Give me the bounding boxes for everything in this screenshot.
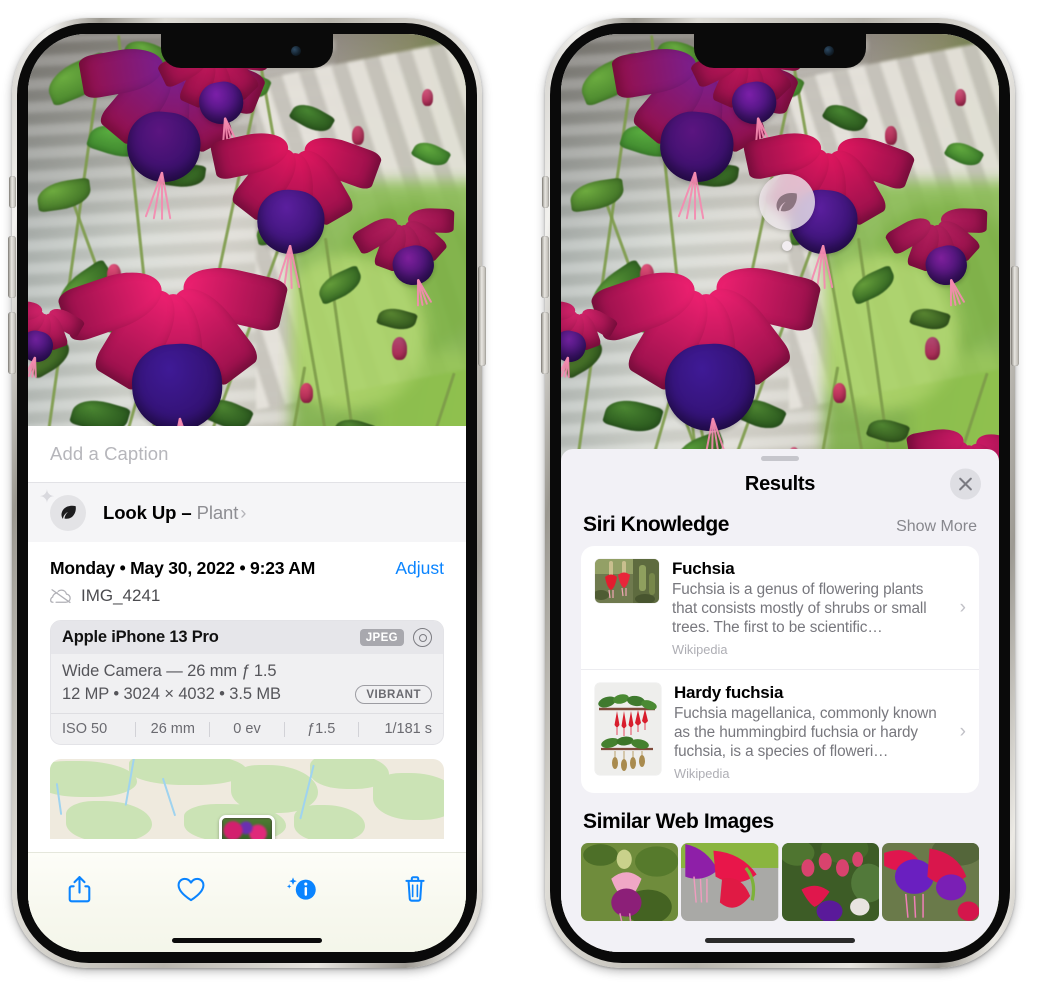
subject-anchor-dot <box>781 241 792 251</box>
knowledge-source: Wikipedia <box>674 766 730 781</box>
chevron-right-icon: › <box>959 596 966 618</box>
photo-filename: IMG_4241 <box>81 586 161 605</box>
knowledge-source: Wikipedia <box>672 642 728 657</box>
photo-toolbar <box>28 852 466 952</box>
photo-date: Monday • May 30, 2022 • 9:23 AM <box>50 558 316 578</box>
web-image-thumb[interactable] <box>781 843 879 921</box>
front-camera-icon <box>824 46 834 56</box>
power-button[interactable] <box>478 266 486 366</box>
dimensions-info: 12 MP • 3024 × 4032 • 3.5 MB <box>62 685 281 703</box>
front-camera-icon <box>291 46 301 56</box>
look-up-label: Look Up – Plant › <box>103 501 247 523</box>
volume-down-button[interactable] <box>8 312 16 374</box>
exif-stat: 1/181 s <box>384 721 433 737</box>
camera-model: Apple iPhone 13 Pro <box>62 628 219 646</box>
results-sheet: Results Siri Knowledge Show More Fuchsia… <box>561 449 999 952</box>
list-item[interactable]: Fuchsia Fuchsia is a genus of flowering … <box>581 546 979 669</box>
exif-card: Apple iPhone 13 Pro JPEG Wide Camera — 2… <box>50 620 444 745</box>
siri-knowledge-header: Siri Knowledge Show More <box>561 507 999 546</box>
chevron-right-icon: › <box>959 720 966 742</box>
delete-button[interactable] <box>394 869 436 909</box>
exif-stat: ƒ1.5 <box>307 721 336 737</box>
adjust-button[interactable]: Adjust <box>395 558 444 579</box>
map-photo-pin[interactable] <box>219 815 275 839</box>
knowledge-title: Hardy fuchsia <box>674 683 784 702</box>
similar-web-images-header: Similar Web Images <box>561 793 999 843</box>
web-image-thumb[interactable] <box>881 843 979 921</box>
favorite-button[interactable] <box>170 869 212 909</box>
mute-switch[interactable] <box>542 176 549 208</box>
home-indicator[interactable] <box>705 938 855 943</box>
results-title: Results <box>744 472 816 495</box>
web-image-thumb[interactable] <box>581 843 679 921</box>
results-header: Results <box>561 461 999 507</box>
thumbnail-hardy-fuchsia <box>595 683 661 775</box>
notch <box>161 34 333 68</box>
knowledge-title: Fuchsia <box>672 559 735 578</box>
notch <box>694 34 866 68</box>
close-icon[interactable] <box>950 468 981 500</box>
siri-knowledge-card: Fuchsia Fuchsia is a genus of flowering … <box>581 546 979 793</box>
format-badge: JPEG <box>359 629 404 646</box>
iphone-right: Results Siri Knowledge Show More Fuchsia… <box>541 18 1019 968</box>
exif-body: Wide Camera — 26 mm ƒ 1.5 12 MP • 3024 ×… <box>51 654 443 713</box>
screenshot-stage: Add a Caption ✦ Look Up – Plant › Monday… <box>0 0 1055 985</box>
photo-metadata: Monday • May 30, 2022 • 9:23 AM Adjust I… <box>28 542 466 606</box>
list-item[interactable]: Hardy fuchsia Fuchsia magellanica, commo… <box>581 669 979 793</box>
chevron-right-icon: › <box>240 501 247 523</box>
screen-right: Results Siri Knowledge Show More Fuchsia… <box>561 34 999 952</box>
power-button[interactable] <box>1011 266 1019 366</box>
info-button[interactable] <box>282 869 324 909</box>
caption-input-row[interactable]: Add a Caption <box>28 426 466 482</box>
location-map[interactable] <box>50 759 444 839</box>
profile-badge: VIBRANT <box>355 685 432 704</box>
thumbnail-fuchsia <box>595 559 659 603</box>
similar-web-images-grid <box>561 843 999 921</box>
knowledge-description: Fuchsia magellanica, commonly known as t… <box>674 705 937 760</box>
volume-up-button[interactable] <box>8 236 16 298</box>
visual-look-up-leaf-badge[interactable] <box>758 174 815 230</box>
volume-down-button[interactable] <box>541 312 549 374</box>
exif-header: Apple iPhone 13 Pro JPEG <box>51 621 443 654</box>
siri-knowledge-title: Siri Knowledge <box>583 513 730 536</box>
exif-stat: 26 mm <box>150 721 195 737</box>
iphone-left: Add a Caption ✦ Look Up – Plant › Monday… <box>8 18 486 968</box>
cloud-slash-icon <box>50 588 72 604</box>
mute-switch[interactable] <box>9 176 16 208</box>
sparkle-icon: ✦ <box>39 486 55 508</box>
home-indicator[interactable] <box>172 938 322 943</box>
exif-stat: ISO 50 <box>62 721 108 737</box>
exif-stats: ISO 50 26 mm 0 ev ƒ1.5 1/181 s <box>51 713 443 744</box>
lens-info: Wide Camera — 26 mm ƒ 1.5 <box>62 662 277 680</box>
look-up-row[interactable]: ✦ Look Up – Plant › <box>28 482 466 542</box>
knowledge-description: Fuchsia is a genus of flowering plants t… <box>672 581 927 636</box>
similar-web-images-title: Similar Web Images <box>583 810 774 833</box>
exif-stat: 0 ev <box>233 721 261 737</box>
volume-up-button[interactable] <box>541 236 549 298</box>
screen-left: Add a Caption ✦ Look Up – Plant › Monday… <box>28 34 466 952</box>
aperture-icon <box>413 628 432 647</box>
leaf-icon: ✦ <box>39 488 86 531</box>
show-more-button[interactable]: Show More <box>896 518 977 536</box>
web-image-thumb[interactable] <box>681 843 779 921</box>
share-button[interactable] <box>58 869 100 909</box>
caption-placeholder: Add a Caption <box>50 443 169 464</box>
